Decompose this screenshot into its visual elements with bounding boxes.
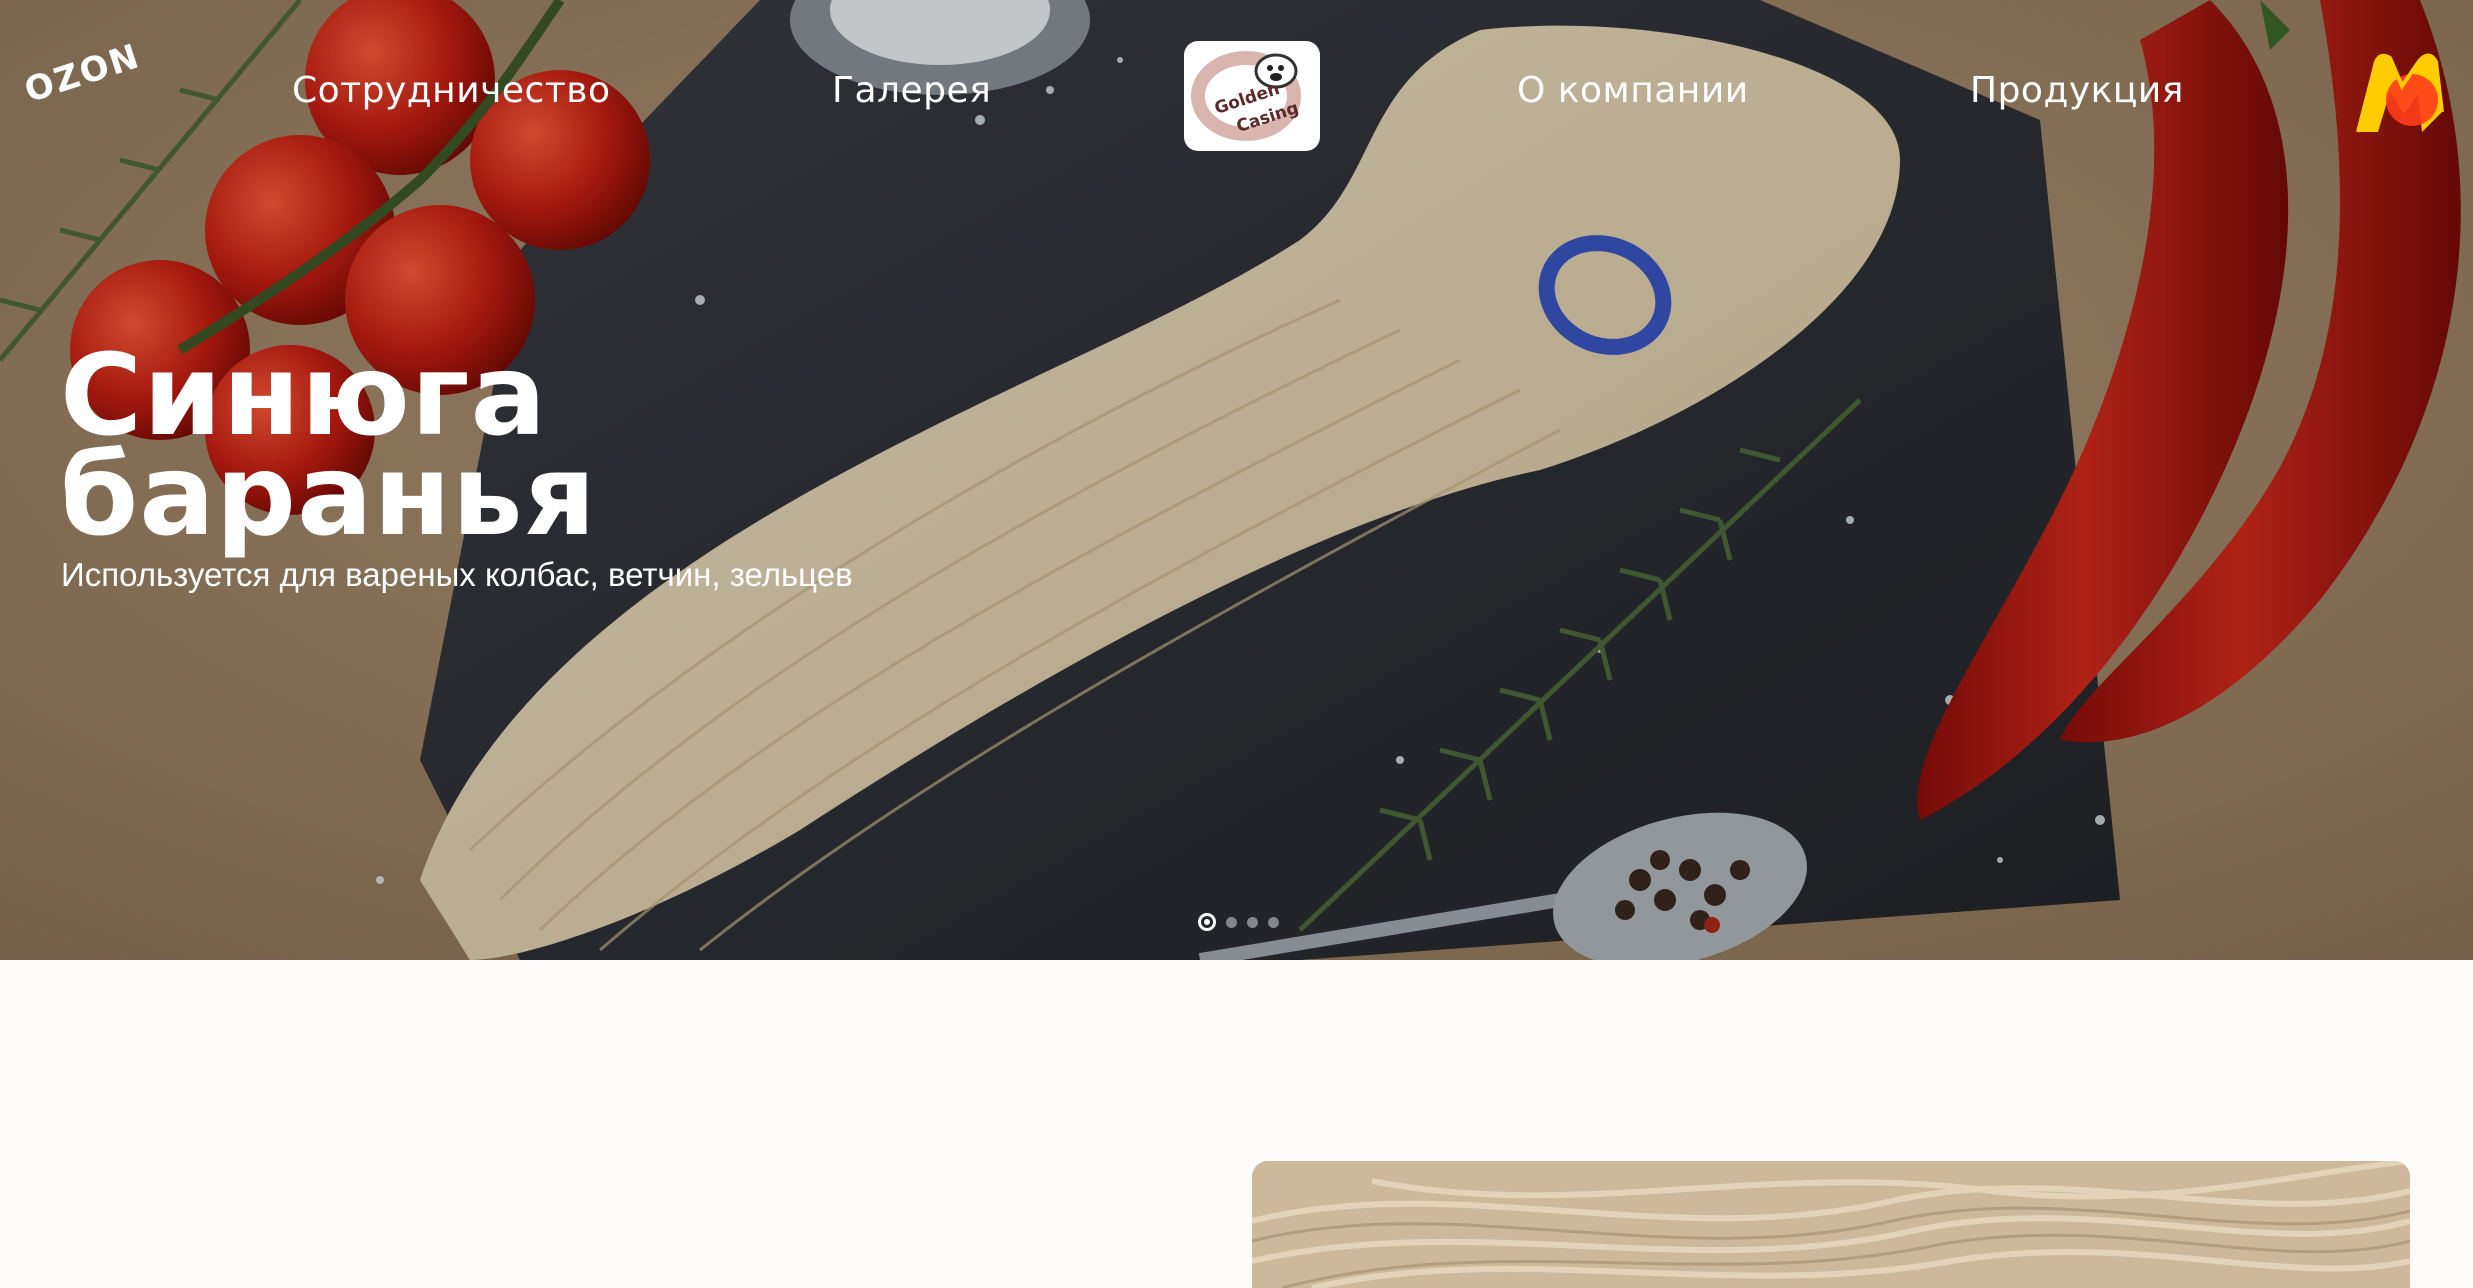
site-header: OZON Сотрудничество Галерея Golden Casin… [0, 0, 2473, 190]
slider-dot-2[interactable] [1226, 916, 1237, 928]
nav-link-cooperation[interactable]: Сотрудничество [292, 70, 611, 111]
golden-casing-logo-icon: Golden Casing [1191, 51, 1301, 141]
nav-link-products[interactable]: Продукция [1970, 70, 2184, 111]
yandex-market-link[interactable] [2350, 52, 2446, 138]
nav-link-about[interactable]: О компании [1517, 70, 1749, 111]
ozon-link[interactable]: OZON [20, 36, 145, 111]
yandex-market-icon [2356, 53, 2444, 133]
site-logo[interactable]: Golden Casing [1184, 41, 1320, 151]
nav-link-gallery[interactable]: Галерея [832, 70, 991, 111]
hero-slider: OZON Сотрудничество Галерея Golden Casin… [0, 0, 2473, 960]
product-image [1252, 1161, 2410, 1288]
casing-photo [1252, 1161, 2410, 1288]
hero-title-line2: баранья [60, 431, 597, 561]
hero-subtitle: Используется для вареных колбас, ветчин,… [61, 556, 853, 593]
slider-dot-4[interactable] [1268, 916, 1279, 928]
slider-dot-1[interactable] [1198, 913, 1216, 931]
slider-pagination [1198, 912, 1279, 932]
hero-title: Синюга баранья [60, 340, 597, 561]
slider-dot-3[interactable] [1247, 916, 1258, 928]
